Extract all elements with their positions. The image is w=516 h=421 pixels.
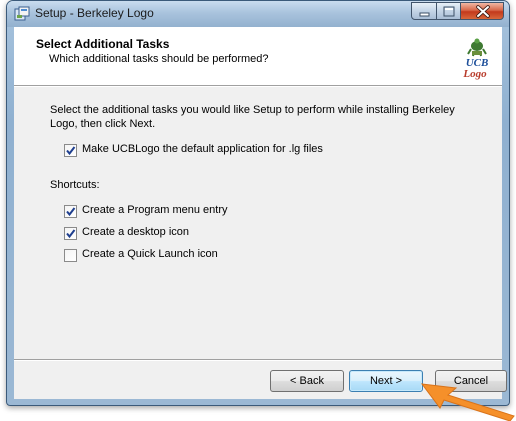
- page-subtitle: Which additional tasks should be perform…: [49, 53, 269, 65]
- logo-text-logo: Logo: [462, 68, 487, 80]
- checkbox-quick-launch[interactable]: [64, 249, 77, 262]
- minimize-button[interactable]: [411, 2, 437, 20]
- footer-divider-highlight: [14, 360, 502, 361]
- title-bar[interactable]: Setup - Berkeley Logo: [7, 1, 509, 27]
- option-label: Make UCBLogo the default application for…: [82, 143, 323, 155]
- shortcuts-heading: Shortcuts:: [50, 179, 100, 191]
- option-label: Create a Program menu entry: [82, 204, 228, 216]
- checkbox-desktop-icon[interactable]: [64, 227, 77, 240]
- maximize-button[interactable]: [436, 2, 461, 20]
- checkbox-default-app[interactable]: [64, 144, 77, 157]
- minimize-icon: [419, 12, 430, 17]
- option-label: Create a desktop icon: [82, 226, 190, 238]
- next-button[interactable]: Next >: [349, 370, 423, 392]
- close-icon: [476, 5, 490, 18]
- window-title: Setup - Berkeley Logo: [35, 6, 154, 20]
- wizard-header: Select Additional Tasks Which additional…: [14, 27, 502, 85]
- checkbox-program-menu[interactable]: [64, 205, 77, 218]
- option-label: Create a Quick Launch icon: [82, 248, 218, 260]
- setup-window: Setup - Berkeley Logo Select Additional …: [6, 0, 510, 406]
- wizard-body: Select Additional Tasks Which additional…: [14, 27, 507, 399]
- ucb-logo-image: UCB Logo: [460, 34, 494, 80]
- close-button[interactable]: [460, 2, 504, 20]
- checkmark-icon: [66, 207, 76, 217]
- back-button[interactable]: < Back: [270, 370, 344, 392]
- checkmark-icon: [66, 229, 76, 239]
- instructions-text: Select the additional tasks you would li…: [50, 104, 455, 130]
- maximize-icon: [443, 6, 455, 17]
- setup-installer-icon: [14, 6, 30, 22]
- header-divider-highlight: [14, 86, 502, 87]
- checkmark-icon: [66, 146, 76, 156]
- pointer-arrow-icon: [420, 383, 515, 421]
- page-title: Select Additional Tasks: [36, 37, 170, 51]
